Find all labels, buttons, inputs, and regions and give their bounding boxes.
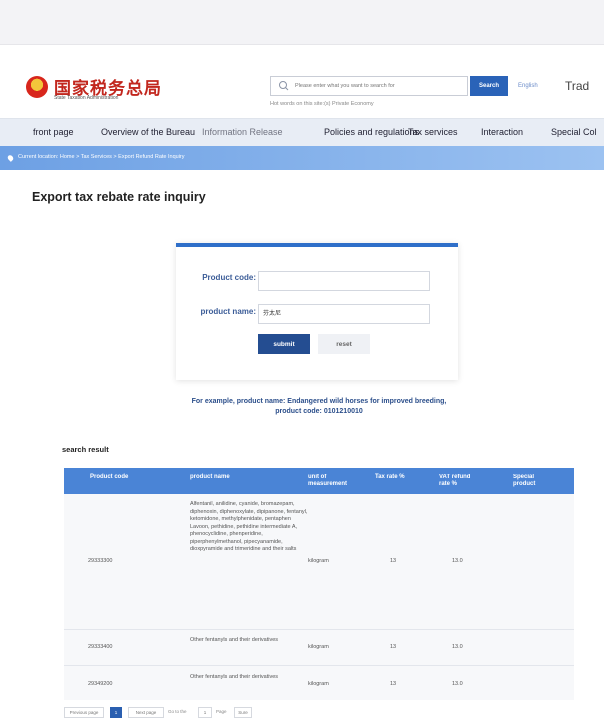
search-result-title: search result [62, 445, 109, 454]
reset-button[interactable]: reset [318, 334, 370, 354]
row1-unit: kilogram [308, 558, 329, 564]
search-input[interactable] [295, 83, 465, 89]
breadcrumb-bar: Current location: Home > Tax Services > … [0, 146, 604, 170]
col-vat-refund: VAT refund rate % [439, 474, 471, 487]
english-link[interactable]: English [518, 83, 538, 89]
row-divider [64, 665, 574, 666]
goto-label: Go to the [168, 709, 187, 714]
nav-item-tax-services[interactable]: Tax services [408, 127, 458, 137]
row2-tax: 13 [390, 644, 397, 650]
row-divider [64, 629, 574, 630]
page-number-input[interactable]: 1 [198, 707, 212, 718]
submit-button[interactable]: submit [258, 334, 310, 354]
row1-vat: 13.0 [452, 558, 463, 564]
product-name-input[interactable]: 芬太尼 [258, 304, 430, 324]
nav-item-front-page[interactable]: front page [33, 127, 74, 137]
row2-name: Other fentanyls and their derivatives [190, 637, 279, 643]
traditional-link[interactable]: Trad [565, 79, 589, 93]
goto-ok-button[interactable]: Sure [234, 707, 252, 718]
search-button[interactable]: Search [470, 76, 508, 96]
nav-item-overview[interactable]: Overview of the Bureau [101, 127, 195, 137]
row2-code: 29333400 [88, 644, 113, 650]
col-tax-rate: Tax rate % [375, 474, 405, 480]
product-code-input[interactable] [258, 271, 430, 291]
row3-tax: 13 [390, 681, 397, 687]
emblem-icon [26, 76, 48, 98]
product-name-label: product name: [200, 307, 256, 316]
page-title: Export tax rebate rate inquiry [32, 190, 206, 204]
main-nav: front page Overview of the Bureau Inform… [0, 118, 604, 146]
logo-subtitle: State Taxation Administration [54, 95, 119, 101]
row1-tax: 13 [390, 558, 397, 564]
next-page-button[interactable]: Next page [128, 707, 164, 718]
product-code-label: Product code: [202, 273, 256, 282]
results-table-body [64, 494, 574, 700]
col-product-code: Product code [90, 474, 129, 480]
nav-item-interaction[interactable]: Interaction [481, 127, 523, 137]
nav-item-policies[interactable]: Policies and regulations [324, 127, 419, 137]
search-box[interactable] [270, 76, 468, 96]
page-1-button[interactable]: 1 [110, 707, 122, 718]
page-suffix-label: Page [216, 709, 227, 714]
row3-name: Other fentanyls and their derivatives [190, 674, 279, 680]
row1-name: Alfentanil, anilidine, cyanide, bromazep… [190, 501, 308, 552]
prev-page-button[interactable]: Previous page [64, 707, 104, 718]
col-special-product: Special product [513, 474, 536, 487]
row3-code: 29349200 [88, 681, 113, 687]
breadcrumb[interactable]: Current location: Home > Tax Services > … [18, 154, 185, 160]
search-icon [279, 81, 289, 91]
hot-words[interactable]: Hot words on this site:(s) Private Econo… [270, 101, 374, 107]
row3-vat: 13.0 [452, 681, 463, 687]
row2-vat: 13.0 [452, 644, 463, 650]
col-product-name: product name [190, 474, 230, 480]
nav-item-information-release[interactable]: Information Release [202, 127, 283, 137]
example-hint: For example, product name: Endangered wi… [191, 398, 447, 415]
col-unit: unit of measurement [308, 474, 348, 487]
location-icon [6, 154, 15, 162]
row2-unit: kilogram [308, 644, 329, 650]
divider [0, 44, 604, 45]
table-header: Product code product name unit of measur… [64, 468, 574, 494]
row3-unit: kilogram [308, 681, 329, 687]
row1-code: 29333300 [88, 558, 113, 564]
nav-item-special-columns[interactable]: Special Col [551, 127, 597, 137]
top-strip [0, 0, 604, 44]
